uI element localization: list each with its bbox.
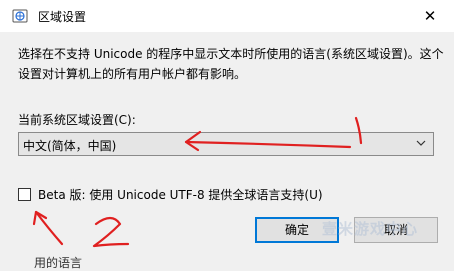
- annotation-mark-2: [92, 216, 130, 248]
- background-partial-text: 用的语言: [34, 256, 83, 270]
- annotation-arrow-2: [34, 210, 64, 246]
- system-locale-value: 中文(简体，中国): [23, 139, 117, 153]
- system-locale-select[interactable]: 中文(简体，中国): [18, 132, 434, 156]
- window-title: 区域设置: [38, 10, 87, 24]
- watermark: 壹米游戏中心: [322, 220, 419, 238]
- beta-utf8-label: Beta 版: 使用 Unicode UTF-8 提供全球语言支持(U): [38, 188, 323, 202]
- description-text: 选择在不支持 Unicode 的程序中显示文本时所使用的语言(系统区域设置)。这…: [18, 47, 444, 81]
- chevron-down-icon: [416, 140, 426, 146]
- title-bar: 区域设置 ✕: [0, 0, 454, 32]
- close-icon: ✕: [423, 7, 437, 25]
- annotation-arrowhead-2: [32, 210, 48, 226]
- system-locale-label: 当前系统区域设置(C):: [18, 113, 136, 127]
- close-button[interactable]: ✕: [406, 0, 454, 32]
- globe-icon: [12, 9, 28, 23]
- beta-utf8-checkbox[interactable]: [18, 188, 31, 201]
